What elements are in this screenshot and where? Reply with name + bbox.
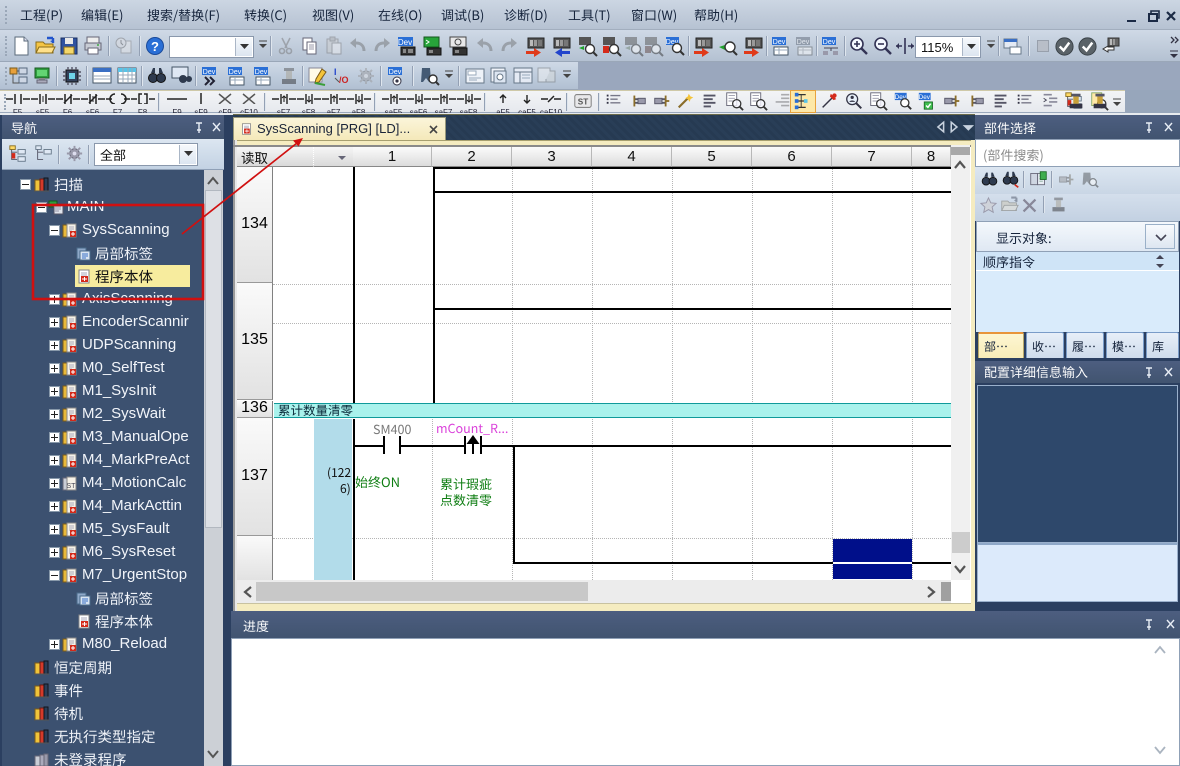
svg-text:?: ?	[151, 39, 159, 54]
svg-text:ST: ST	[67, 483, 77, 490]
svg-text:Dev: Dev	[203, 69, 216, 76]
svg-text:Dev: Dev	[797, 39, 810, 46]
svg-text:Dev: Dev	[229, 69, 242, 76]
svg-text:Dev: Dev	[398, 38, 412, 47]
svg-text:Dev: Dev	[823, 39, 836, 46]
svg-text:Dev: Dev	[389, 69, 402, 76]
svg-text:ST: ST	[578, 98, 588, 107]
svg-text:Dev: Dev	[255, 69, 268, 76]
svg-text:/O: /O	[339, 75, 349, 85]
svg-text:Dev: Dev	[773, 39, 786, 46]
svg-text:Dev: Dev	[919, 94, 931, 101]
svg-text:I: I	[334, 67, 337, 77]
